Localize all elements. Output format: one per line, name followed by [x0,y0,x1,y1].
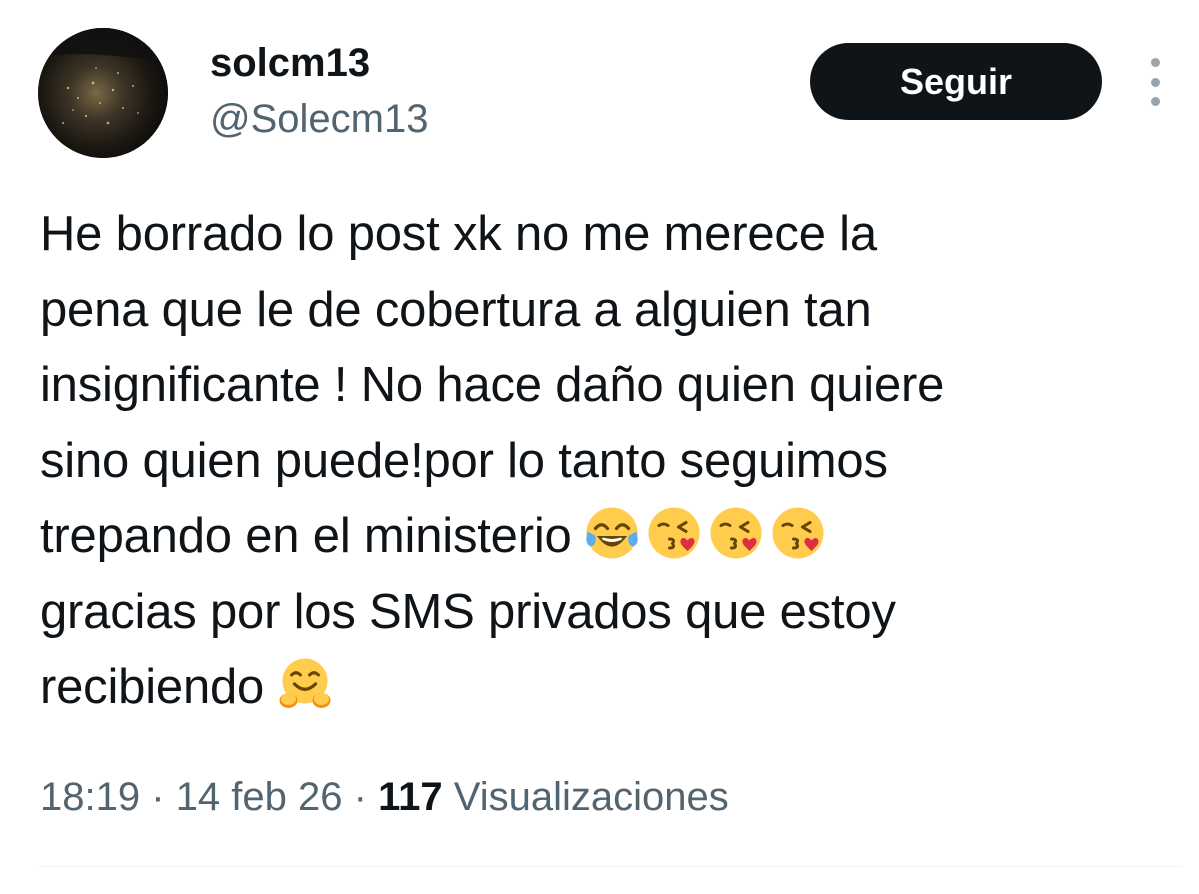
face-blowing-a-kiss-icon [709,506,763,560]
post-line: He borrado lo post xk no me merece la [40,207,877,261]
follow-button[interactable]: Seguir [810,43,1102,120]
post-line: pena que le de cobertura a alguien tan [40,282,872,337]
separator: · [353,775,367,819]
dot [1150,58,1160,67]
post-line-with-emojis: trepando en el ministerio [40,499,1180,575]
post-text: He borrado lo post xk no me merece la pe… [40,197,1180,726]
post-date[interactable]: 14 feb 26 [176,775,343,819]
post-line-with-emojis: recibiendo [40,650,1180,726]
author-display-name[interactable]: solcm13 [210,40,370,86]
post-line: sino quien puede!por lo tanto seguimos [40,433,888,488]
views-label[interactable]: Visualizaciones [454,775,729,819]
post-time[interactable]: 18:19 [40,775,140,819]
post-line: trepando en el ministerio [40,509,572,563]
post-line: recibiendo [40,660,265,714]
face-blowing-a-kiss-icon [771,506,825,560]
post-line: gracias por los SMS privados que estoy [40,584,896,639]
views-count[interactable]: 117 [378,775,443,819]
divider [38,866,1181,867]
dot [1150,77,1160,87]
post-line: insignificante ! No hace daño quien quie… [40,358,945,412]
face-blowing-a-kiss-icon [647,506,701,560]
tweet-card: solcm13 @Solecm13 Seguir He borrado lo p… [0,0,1199,894]
separator: · [151,775,165,819]
avatar-image [38,28,168,158]
more-vertical-icon[interactable] [1138,58,1172,106]
author-handle[interactable]: @Solecm13 [210,96,428,142]
hugging-face-icon [278,657,332,711]
avatar[interactable] [38,28,168,158]
dot [1150,97,1160,106]
face-with-tears-of-joy-icon [585,506,639,560]
post-metadata: 18:19 · 14 feb 26 · 117 Visualizaciones [40,772,729,822]
